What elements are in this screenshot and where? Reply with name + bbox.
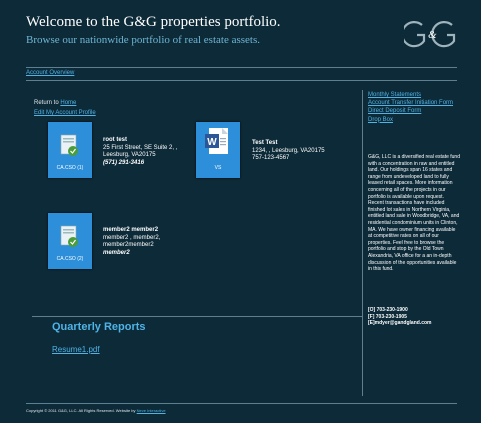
property-name: root test xyxy=(103,137,127,143)
tile-label: CA.CSO (1) xyxy=(56,165,84,171)
section-divider xyxy=(32,316,362,317)
property-address-line1: member2 , member2, xyxy=(103,234,161,241)
return-prefix: Return to xyxy=(34,100,59,106)
property-tile[interactable]: W VS xyxy=(196,122,240,178)
property-address-line2: 757-123-4567 xyxy=(252,155,290,162)
monthly-statements-link[interactable]: Monthly Statements xyxy=(368,92,421,98)
sidebar-links: Monthly Statements Account Transfer Init… xyxy=(368,92,460,125)
page-subtitle: Browse our nationwide portfolio of real … xyxy=(26,34,260,46)
edit-profile-link[interactable]: Edit My Account Profile xyxy=(34,110,96,116)
property-address-line2: member2member2 xyxy=(103,242,154,249)
property-address-line1: 25 First Street, SE Suite 2, , xyxy=(103,144,178,151)
contact-info: [O] 703-230-1900 [F] 703-230-1905 [E]mdy… xyxy=(368,307,432,327)
installer-icon xyxy=(60,225,78,247)
company-description: G&G, LLC is a diversified real estate fu… xyxy=(368,154,460,273)
direct-deposit-form-link[interactable]: Direct Deposit Form xyxy=(368,108,421,114)
svg-text:&: & xyxy=(428,29,437,41)
property-tile[interactable]: CA.CSO (1) xyxy=(48,122,92,178)
property-address-line1: 1234, , Leesburg, VA20175 xyxy=(252,147,325,154)
tile-label: CA.CSO (2) xyxy=(56,256,84,262)
quarterly-reports-heading: Quarterly Reports xyxy=(52,321,146,333)
property-phone: member2 xyxy=(103,249,130,256)
sidebar-divider xyxy=(362,90,363,396)
property-info: member2 member2 member2 , member2, membe… xyxy=(103,227,160,257)
property-info: root test 25 First Street, SE Suite 2, ,… xyxy=(103,137,177,167)
property-phone: (571) 291-3416 xyxy=(103,159,145,166)
installer-icon xyxy=(60,134,78,156)
page-title: Welcome to the G&G properties portfolio. xyxy=(26,14,281,30)
tile-label: VS xyxy=(214,165,222,171)
gg-logo: & xyxy=(401,17,456,51)
property-name: Test Test xyxy=(252,140,278,146)
return-home: Return to Home xyxy=(34,100,76,106)
credit-link[interactable]: Neve Interactive xyxy=(137,408,166,413)
contact-fax: [F] 703-230-1905 xyxy=(368,313,407,320)
account-transfer-form-link[interactable]: Account Transfer Initiation Form xyxy=(368,100,453,106)
home-link[interactable]: Home xyxy=(60,100,76,106)
copyright-text: Copyright © 2011 G&G, LLC. All Rights Re… xyxy=(26,408,136,413)
contact-email: [E]mdyer@gandgland.com xyxy=(368,320,432,327)
footer: Copyright © 2011 G&G, LLC. All Rights Re… xyxy=(26,408,166,413)
footer-divider xyxy=(26,403,457,404)
property-info: Test Test 1234, , Leesburg, VA20175 757-… xyxy=(252,140,325,163)
account-overview-link[interactable]: Account Overview xyxy=(26,70,74,76)
svg-text:W: W xyxy=(207,137,217,148)
word-document-icon: W xyxy=(205,128,228,154)
nav-divider xyxy=(26,80,457,81)
property-tile[interactable]: CA.CSO (2) xyxy=(48,213,92,269)
resume-pdf-link[interactable]: Resume1.pdf xyxy=(52,345,100,354)
property-address-line2: Leesburg, VA20175 xyxy=(103,152,156,159)
contact-phone: [O] 703-230-1900 xyxy=(368,307,408,313)
property-name: member2 member2 xyxy=(103,227,159,233)
drop-box-link[interactable]: Drop Box xyxy=(368,117,393,123)
header-divider xyxy=(26,67,457,68)
